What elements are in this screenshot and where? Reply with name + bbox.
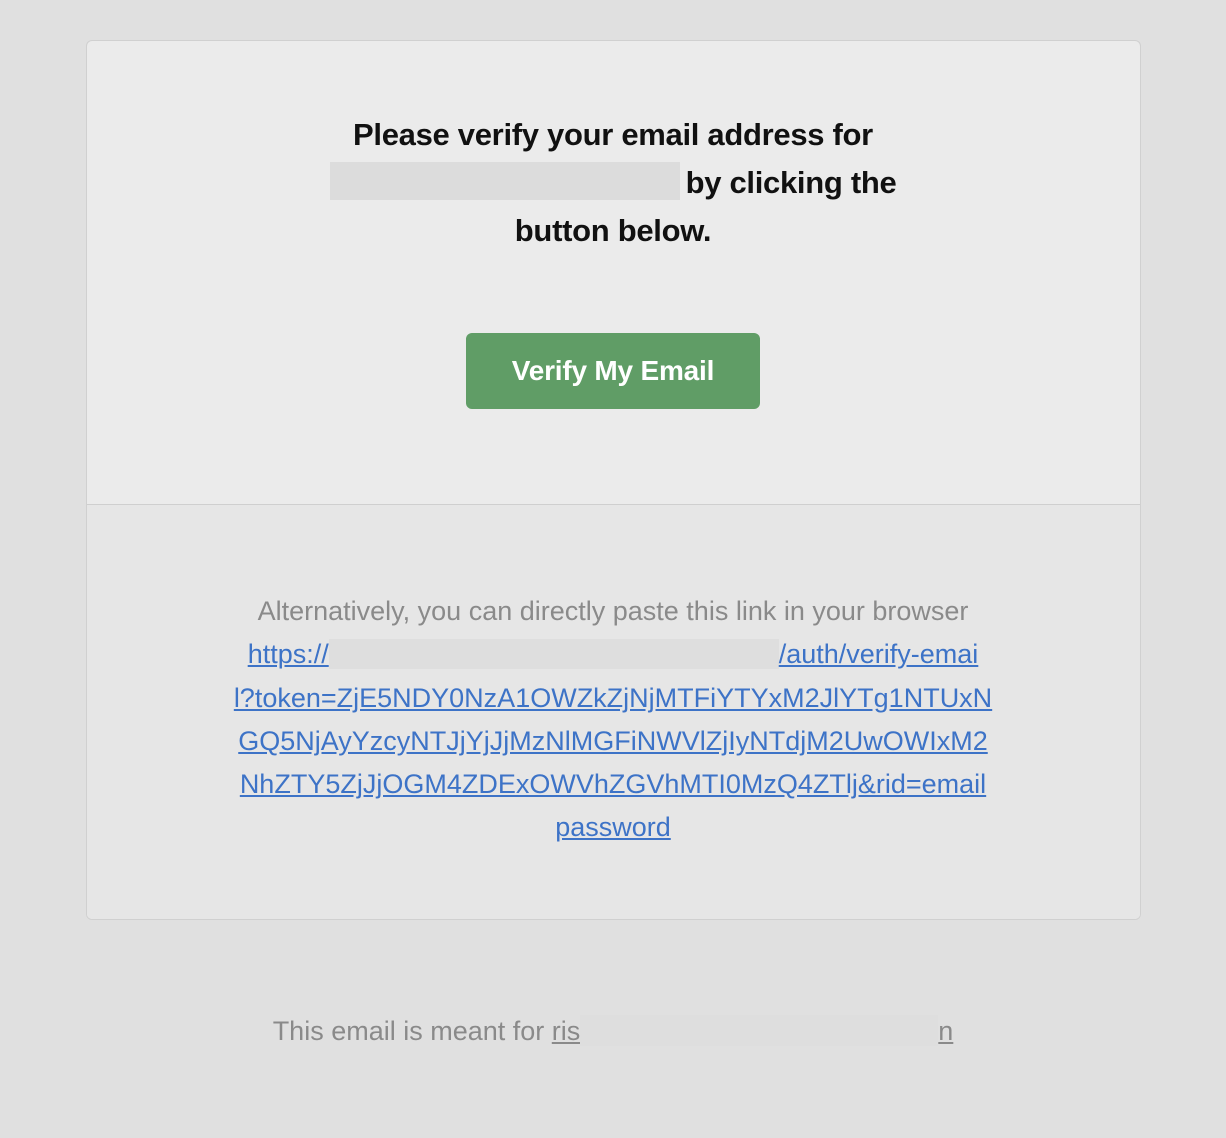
heading-line2-suffix: by clicking the — [686, 165, 897, 200]
footer-name-start: ris — [552, 1016, 581, 1046]
redacted-host — [329, 639, 779, 669]
email-card: Please verify your email address for by … — [86, 40, 1141, 920]
card-top-section: Please verify your email address for by … — [87, 41, 1140, 505]
link-after-redaction: /auth/verify-emai — [779, 639, 979, 669]
alternative-intro: Alternatively, you can directly paste th… — [147, 590, 1080, 633]
link-prefix: https:// — [248, 639, 329, 669]
link-line3: GQ5NjAyYzcyNTJjYjJjMzNlMGFiNWVlZjIyNTdjM… — [147, 720, 1080, 763]
link-line4: NhZTY5ZjJjOGM4ZDExOWVhZGVhMTI0MzQ4ZTlj&r… — [147, 763, 1080, 806]
heading-line1: Please verify your email address for — [353, 117, 873, 152]
verify-email-button[interactable]: Verify My Email — [466, 333, 760, 409]
heading-line3: button below. — [515, 213, 711, 248]
footer-prefix: This email is meant for — [273, 1016, 552, 1046]
verify-heading: Please verify your email address for by … — [207, 111, 1020, 255]
footer-text: This email is meant for ris n — [40, 1015, 1186, 1047]
verification-link[interactable]: https:// /auth/verify-emai l?token=ZjE5ND… — [147, 633, 1080, 849]
link-line2: l?token=ZjE5NDY0NzA1OWZkZjNjMTFiYTYxM2Jl… — [147, 677, 1080, 720]
redacted-recipient — [580, 1015, 938, 1046]
card-bottom-section: Alternatively, you can directly paste th… — [87, 505, 1140, 919]
link-line5: password — [147, 806, 1080, 849]
footer-name-end: n — [938, 1016, 953, 1046]
redacted-domain — [330, 162, 680, 200]
